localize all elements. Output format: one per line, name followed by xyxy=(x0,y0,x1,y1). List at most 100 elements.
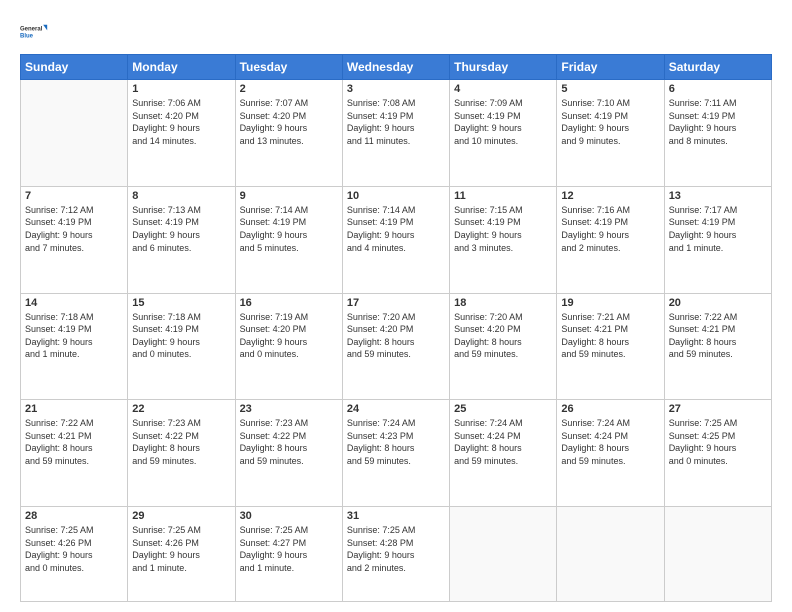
day-info: Sunrise: 7:24 AM Sunset: 4:24 PM Dayligh… xyxy=(454,417,552,467)
day-number: 1 xyxy=(132,83,230,95)
calendar-cell: 10Sunrise: 7:14 AM Sunset: 4:19 PM Dayli… xyxy=(342,186,449,293)
calendar-cell: 27Sunrise: 7:25 AM Sunset: 4:25 PM Dayli… xyxy=(664,400,771,507)
day-info: Sunrise: 7:16 AM Sunset: 4:19 PM Dayligh… xyxy=(561,204,659,254)
calendar-cell: 12Sunrise: 7:16 AM Sunset: 4:19 PM Dayli… xyxy=(557,186,664,293)
calendar-cell: 8 Sunrise: 7:13 AM Sunset: 4:19 PM Daylig… xyxy=(128,186,235,293)
day-info: Sunrise: 7:21 AM Sunset: 4:21 PM Dayligh… xyxy=(561,311,659,361)
calendar-cell: 30 Sunrise: 7:25 AM Sunset: 4:27 PM Dayli… xyxy=(235,507,342,602)
calendar-cell: 28 Sunrise: 7:25 AM Sunset: 4:26 PM Dayli… xyxy=(21,507,128,602)
day-info: Sunrise: 7:14 AM Sunset: 4:19 PM Dayligh… xyxy=(240,204,338,254)
calendar-week-row: 7Sunrise: 7:12 AM Sunset: 4:19 PM Daylig… xyxy=(21,186,772,293)
calendar-cell: 11 Sunrise: 7:15 AM Sunset: 4:19 PM Dayli… xyxy=(450,186,557,293)
calendar-week-row: 1 Sunrise: 7:06 AM Sunset: 4:20 PM Daylig… xyxy=(21,80,772,187)
calendar-cell: 18 Sunrise: 7:20 AM Sunset: 4:20 PM Dayli… xyxy=(450,293,557,400)
day-info: Sunrise: 7:22 AM Sunset: 4:21 PM Dayligh… xyxy=(25,417,123,467)
calendar-cell: 3 Sunrise: 7:08 AM Sunset: 4:19 PM Daylig… xyxy=(342,80,449,187)
calendar-cell: 6Sunrise: 7:11 AM Sunset: 4:19 PM Daylig… xyxy=(664,80,771,187)
calendar-cell: 15Sunrise: 7:18 AM Sunset: 4:19 PM Dayli… xyxy=(128,293,235,400)
calendar-cell: 4 Sunrise: 7:09 AM Sunset: 4:19 PM Daylig… xyxy=(450,80,557,187)
day-info: Sunrise: 7:23 AM Sunset: 4:22 PM Dayligh… xyxy=(240,417,338,467)
day-number: 18 xyxy=(454,297,552,309)
day-number: 31 xyxy=(347,510,445,522)
calendar-week-row: 21 Sunrise: 7:22 AM Sunset: 4:21 PM Dayli… xyxy=(21,400,772,507)
day-number: 28 xyxy=(25,510,123,522)
weekday-header-wednesday: Wednesday xyxy=(342,55,449,80)
calendar-week-row: 14 Sunrise: 7:18 AM Sunset: 4:19 PM Dayli… xyxy=(21,293,772,400)
day-number: 4 xyxy=(454,83,552,95)
page: General Blue SundayMondayTuesdayWednesday… xyxy=(0,0,792,612)
day-info: Sunrise: 7:10 AM Sunset: 4:19 PM Dayligh… xyxy=(561,97,659,147)
day-number: 25 xyxy=(454,403,552,415)
day-number: 20 xyxy=(669,297,767,309)
day-number: 6 xyxy=(669,83,767,95)
svg-text:Blue: Blue xyxy=(20,34,34,40)
weekday-header-tuesday: Tuesday xyxy=(235,55,342,80)
calendar-cell: 1 Sunrise: 7:06 AM Sunset: 4:20 PM Daylig… xyxy=(128,80,235,187)
day-number: 29 xyxy=(132,510,230,522)
day-info: Sunrise: 7:07 AM Sunset: 4:20 PM Dayligh… xyxy=(240,97,338,147)
day-number: 17 xyxy=(347,297,445,309)
day-number: 26 xyxy=(561,403,659,415)
day-number: 23 xyxy=(240,403,338,415)
day-info: Sunrise: 7:20 AM Sunset: 4:20 PM Dayligh… xyxy=(454,311,552,361)
calendar-cell: 25 Sunrise: 7:24 AM Sunset: 4:24 PM Dayli… xyxy=(450,400,557,507)
day-info: Sunrise: 7:09 AM Sunset: 4:19 PM Dayligh… xyxy=(454,97,552,147)
day-number: 30 xyxy=(240,510,338,522)
day-info: Sunrise: 7:06 AM Sunset: 4:20 PM Dayligh… xyxy=(132,97,230,147)
calendar-cell: 29 Sunrise: 7:25 AM Sunset: 4:26 PM Dayli… xyxy=(128,507,235,602)
calendar-cell xyxy=(664,507,771,602)
day-info: Sunrise: 7:18 AM Sunset: 4:19 PM Dayligh… xyxy=(132,311,230,361)
calendar-cell: 20Sunrise: 7:22 AM Sunset: 4:21 PM Dayli… xyxy=(664,293,771,400)
calendar-cell: 9 Sunrise: 7:14 AM Sunset: 4:19 PM Daylig… xyxy=(235,186,342,293)
calendar-cell: 7Sunrise: 7:12 AM Sunset: 4:19 PM Daylig… xyxy=(21,186,128,293)
day-info: Sunrise: 7:15 AM Sunset: 4:19 PM Dayligh… xyxy=(454,204,552,254)
day-info: Sunrise: 7:12 AM Sunset: 4:19 PM Dayligh… xyxy=(25,204,123,254)
weekday-header-saturday: Saturday xyxy=(664,55,771,80)
calendar-cell: 31Sunrise: 7:25 AM Sunset: 4:28 PM Dayli… xyxy=(342,507,449,602)
calendar-cell: 23 Sunrise: 7:23 AM Sunset: 4:22 PM Dayli… xyxy=(235,400,342,507)
logo: General Blue xyxy=(20,18,48,46)
calendar-cell xyxy=(21,80,128,187)
calendar-cell: 22 Sunrise: 7:23 AM Sunset: 4:22 PM Dayli… xyxy=(128,400,235,507)
day-number: 2 xyxy=(240,83,338,95)
day-number: 14 xyxy=(25,297,123,309)
weekday-header-row: SundayMondayTuesdayWednesdayThursdayFrid… xyxy=(21,55,772,80)
day-info: Sunrise: 7:08 AM Sunset: 4:19 PM Dayligh… xyxy=(347,97,445,147)
day-info: Sunrise: 7:17 AM Sunset: 4:19 PM Dayligh… xyxy=(669,204,767,254)
calendar-cell: 24 Sunrise: 7:24 AM Sunset: 4:23 PM Dayli… xyxy=(342,400,449,507)
calendar-cell: 13Sunrise: 7:17 AM Sunset: 4:19 PM Dayli… xyxy=(664,186,771,293)
day-info: Sunrise: 7:20 AM Sunset: 4:20 PM Dayligh… xyxy=(347,311,445,361)
day-number: 24 xyxy=(347,403,445,415)
day-info: Sunrise: 7:25 AM Sunset: 4:27 PM Dayligh… xyxy=(240,524,338,574)
calendar-cell: 5Sunrise: 7:10 AM Sunset: 4:19 PM Daylig… xyxy=(557,80,664,187)
day-number: 22 xyxy=(132,403,230,415)
calendar-week-row: 28 Sunrise: 7:25 AM Sunset: 4:26 PM Dayli… xyxy=(21,507,772,602)
weekday-header-monday: Monday xyxy=(128,55,235,80)
day-number: 8 xyxy=(132,190,230,202)
weekday-header-sunday: Sunday xyxy=(21,55,128,80)
weekday-header-friday: Friday xyxy=(557,55,664,80)
day-info: Sunrise: 7:25 AM Sunset: 4:26 PM Dayligh… xyxy=(132,524,230,574)
day-info: Sunrise: 7:23 AM Sunset: 4:22 PM Dayligh… xyxy=(132,417,230,467)
logo-icon: General Blue xyxy=(20,18,48,46)
day-number: 16 xyxy=(240,297,338,309)
day-number: 9 xyxy=(240,190,338,202)
day-info: Sunrise: 7:25 AM Sunset: 4:25 PM Dayligh… xyxy=(669,417,767,467)
calendar-cell: 14 Sunrise: 7:18 AM Sunset: 4:19 PM Dayli… xyxy=(21,293,128,400)
day-number: 21 xyxy=(25,403,123,415)
day-info: Sunrise: 7:18 AM Sunset: 4:19 PM Dayligh… xyxy=(25,311,123,361)
day-info: Sunrise: 7:25 AM Sunset: 4:26 PM Dayligh… xyxy=(25,524,123,574)
day-info: Sunrise: 7:14 AM Sunset: 4:19 PM Dayligh… xyxy=(347,204,445,254)
day-number: 3 xyxy=(347,83,445,95)
svg-text:General: General xyxy=(20,26,43,32)
day-number: 11 xyxy=(454,190,552,202)
calendar-cell: 19 Sunrise: 7:21 AM Sunset: 4:21 PM Dayli… xyxy=(557,293,664,400)
calendar-cell: 2 Sunrise: 7:07 AM Sunset: 4:20 PM Daylig… xyxy=(235,80,342,187)
day-info: Sunrise: 7:24 AM Sunset: 4:23 PM Dayligh… xyxy=(347,417,445,467)
day-number: 19 xyxy=(561,297,659,309)
day-info: Sunrise: 7:13 AM Sunset: 4:19 PM Dayligh… xyxy=(132,204,230,254)
calendar-cell: 16Sunrise: 7:19 AM Sunset: 4:20 PM Dayli… xyxy=(235,293,342,400)
weekday-header-thursday: Thursday xyxy=(450,55,557,80)
calendar-cell: 17 Sunrise: 7:20 AM Sunset: 4:20 PM Dayli… xyxy=(342,293,449,400)
calendar-cell xyxy=(450,507,557,602)
